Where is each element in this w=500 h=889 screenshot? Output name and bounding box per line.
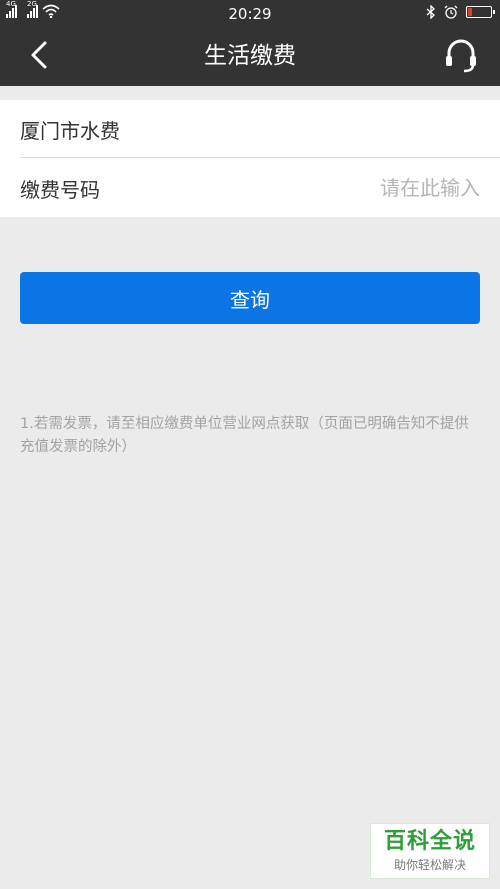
payment-form: 厦门市水费 缴费号码 xyxy=(0,100,500,217)
account-label: 缴费号码 xyxy=(20,177,100,202)
company-row[interactable]: 厦门市水费 xyxy=(0,100,500,158)
watermark-subtitle: 助你轻松解决 xyxy=(393,858,466,872)
watermark-logo: 百科全说 助你轻松解决 xyxy=(370,823,490,879)
query-button[interactable]: 查询 xyxy=(20,272,480,324)
battery-icon xyxy=(466,6,495,18)
watermark-title: 百科全说 xyxy=(383,829,476,854)
company-name: 厦门市水费 xyxy=(20,118,120,143)
status-right xyxy=(426,5,495,19)
alarm-icon xyxy=(444,5,458,19)
row-divider xyxy=(20,157,500,158)
top-bar: 4G 2G 20:29 生活缴费 xyxy=(0,0,500,86)
account-number-input[interactable] xyxy=(160,176,480,200)
page-title: 生活缴费 xyxy=(204,43,296,69)
bluetooth-icon xyxy=(426,5,435,19)
status-bar: 4G 2G 20:29 xyxy=(0,0,500,28)
headset-icon[interactable] xyxy=(444,38,478,74)
account-row: 缴费号码 xyxy=(0,159,500,217)
query-button-label: 查询 xyxy=(230,287,270,312)
invoice-note: 1.若需发票，请至相应缴费单位营业网点获取（页面已明确告知不提供充值发票的除外） xyxy=(20,416,469,455)
status-time: 20:29 xyxy=(228,5,272,23)
